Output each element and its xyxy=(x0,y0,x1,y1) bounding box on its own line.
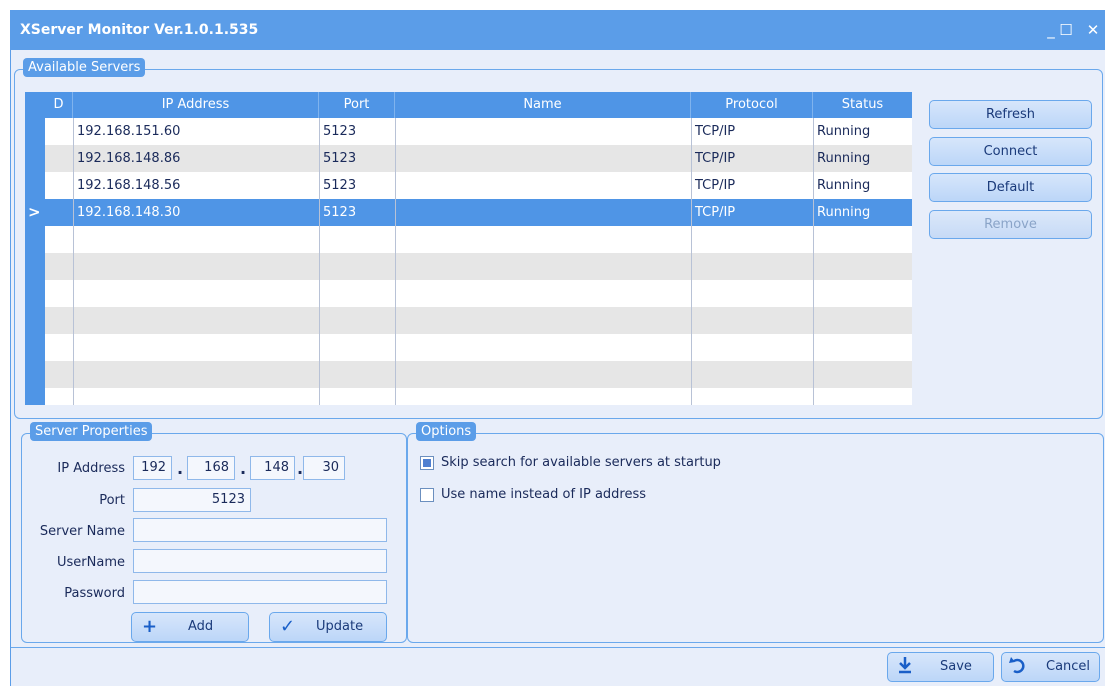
cell-protocol: TCP/IP xyxy=(695,205,736,220)
ip-address-label: IP Address xyxy=(57,461,125,476)
cell-protocol: TCP/IP xyxy=(695,178,736,193)
window-title: XServer Monitor Ver.1.0.1.535 xyxy=(20,22,259,38)
use-name-label[interactable]: Use name instead of IP address xyxy=(441,487,646,502)
update-button-label: Update xyxy=(316,619,364,634)
col-header-ip[interactable]: IP Address xyxy=(73,92,319,118)
maximize-button[interactable]: ☐ xyxy=(1056,19,1076,41)
grid-line xyxy=(319,118,320,405)
port-field[interactable]: 5123 xyxy=(133,488,251,512)
table-row[interactable]: 192.168.151.60 5123 TCP/IP Running xyxy=(45,118,912,145)
undo-icon xyxy=(1008,653,1028,686)
servers-table[interactable]: D IP Address Port Name Protocol Status 1… xyxy=(25,92,912,405)
cell-status: Running xyxy=(817,178,871,193)
ip-octet-3-field[interactable]: 148 xyxy=(250,456,295,480)
col-header-status[interactable]: Status xyxy=(813,92,912,118)
cell-status: Running xyxy=(817,205,871,220)
empty-row xyxy=(45,280,912,307)
col-header-name[interactable]: Name xyxy=(395,92,691,118)
cell-name xyxy=(395,172,691,199)
remove-button[interactable]: Remove xyxy=(929,210,1092,239)
cell-ip: 192.168.148.56 xyxy=(77,178,181,193)
save-button-label: Save xyxy=(940,659,972,674)
server-properties-label: Server Properties xyxy=(30,422,153,441)
selected-row-pointer-icon: > xyxy=(28,203,41,221)
save-button[interactable]: Save xyxy=(887,652,994,682)
connect-button[interactable]: Connect xyxy=(929,137,1092,166)
options-label: Options xyxy=(416,422,477,441)
empty-row xyxy=(45,334,912,361)
server-name-field[interactable] xyxy=(133,518,387,542)
cell-name xyxy=(395,199,691,226)
cancel-button[interactable]: Cancel xyxy=(1001,652,1100,682)
table-header: D IP Address Port Name Protocol Status xyxy=(25,92,912,118)
cell-port: 5123 xyxy=(323,124,357,139)
skip-search-label[interactable]: Skip search for available servers at sta… xyxy=(441,455,721,470)
grid-line xyxy=(395,118,396,405)
grid-line xyxy=(813,118,814,405)
grid-line xyxy=(73,118,74,405)
checkmark-icon: ✓ xyxy=(280,616,296,637)
col-header-port[interactable]: Port xyxy=(319,92,395,118)
title-bar[interactable]: XServer Monitor Ver.1.0.1.535 _ ☐ ✕ xyxy=(11,10,1105,50)
username-label: UserName xyxy=(57,555,125,570)
ip-octet-2-field[interactable]: 168 xyxy=(187,456,235,480)
ip-dot: . xyxy=(240,459,247,478)
empty-row xyxy=(45,307,912,334)
cell-ip: 192.168.148.30 xyxy=(77,205,181,220)
empty-row xyxy=(45,361,912,388)
cell-ip: 192.168.151.60 xyxy=(77,124,181,139)
cell-status: Running xyxy=(817,151,871,166)
download-icon xyxy=(896,653,914,686)
col-header-protocol[interactable]: Protocol xyxy=(691,92,813,118)
cell-port: 5123 xyxy=(323,151,357,166)
table-row[interactable]: 192.168.148.86 5123 TCP/IP Running xyxy=(45,145,912,172)
refresh-button[interactable]: Refresh xyxy=(929,100,1092,129)
cell-port: 5123 xyxy=(323,178,357,193)
default-button[interactable]: Default xyxy=(929,173,1092,202)
cell-ip: 192.168.148.86 xyxy=(77,151,181,166)
password-field[interactable] xyxy=(133,580,387,604)
empty-row xyxy=(45,388,912,405)
table-row-selected[interactable]: 192.168.148.30 5123 TCP/IP Running xyxy=(45,199,912,226)
add-button-label: Add xyxy=(188,619,214,634)
cell-port: 5123 xyxy=(323,205,357,220)
cell-name xyxy=(395,145,691,172)
password-label: Password xyxy=(64,586,125,601)
cell-protocol: TCP/IP xyxy=(695,151,736,166)
main-window: XServer Monitor Ver.1.0.1.535 _ ☐ ✕ Avai… xyxy=(10,10,1105,686)
use-name-checkbox[interactable] xyxy=(420,488,434,502)
close-button[interactable]: ✕ xyxy=(1083,19,1103,41)
row-header-column xyxy=(25,92,45,405)
cell-status: Running xyxy=(817,124,871,139)
plus-icon: + xyxy=(142,616,158,637)
update-button[interactable]: ✓ Update xyxy=(269,612,387,642)
server-name-label: Server Name xyxy=(39,524,125,539)
cell-protocol: TCP/IP xyxy=(695,124,736,139)
col-header-d[interactable]: D xyxy=(45,92,73,118)
empty-row xyxy=(45,253,912,280)
username-field[interactable] xyxy=(133,549,387,573)
ip-octet-1-field[interactable]: 192 xyxy=(133,456,172,480)
ip-octet-4-field[interactable]: 30 xyxy=(303,456,345,480)
available-servers-label: Available Servers xyxy=(23,58,146,77)
port-label: Port xyxy=(99,493,125,508)
skip-search-checkbox[interactable] xyxy=(420,456,434,470)
empty-row xyxy=(45,226,912,253)
cell-name xyxy=(395,118,691,145)
grid-line xyxy=(691,118,692,405)
ip-dot: . xyxy=(177,459,184,478)
table-row[interactable]: 192.168.148.56 5123 TCP/IP Running xyxy=(45,172,912,199)
cancel-button-label: Cancel xyxy=(1046,659,1091,674)
add-button[interactable]: + Add xyxy=(131,612,249,642)
